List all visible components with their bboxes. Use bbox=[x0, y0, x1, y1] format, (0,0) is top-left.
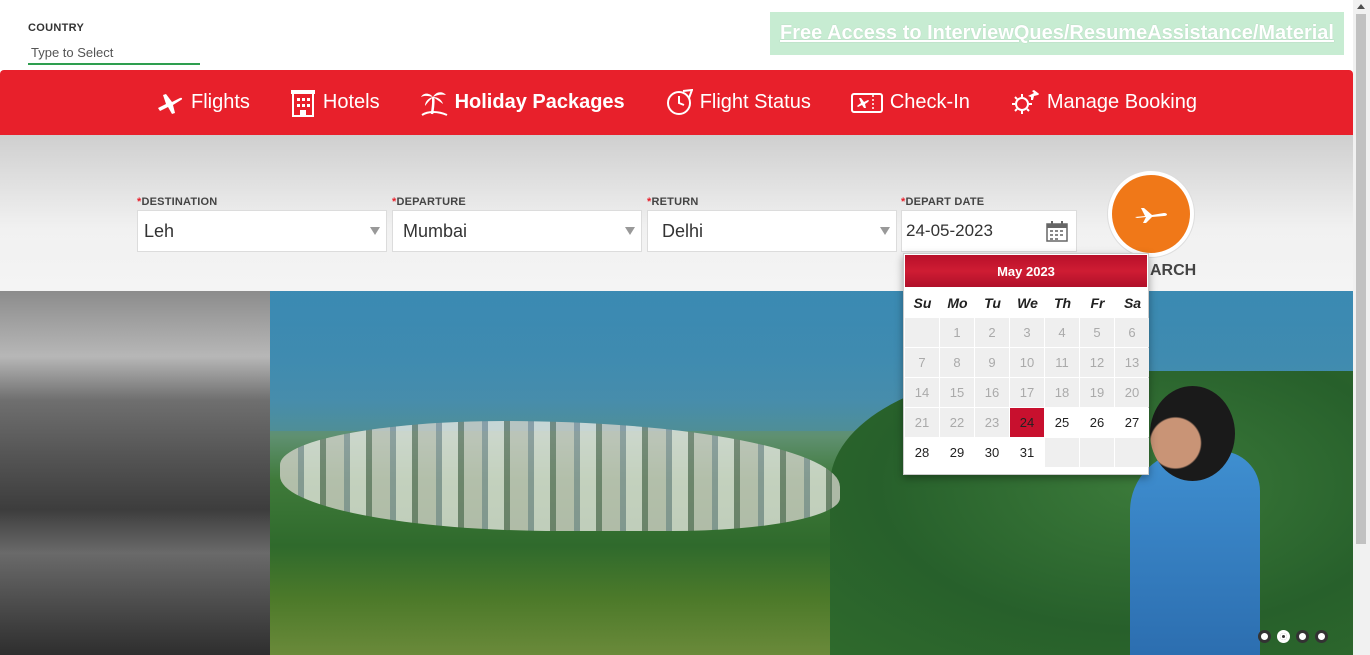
calendar-day: 14 bbox=[905, 378, 939, 407]
calendar-day[interactable]: 25 bbox=[1045, 408, 1079, 437]
scroll-thumb[interactable] bbox=[1356, 14, 1366, 544]
carousel-dot[interactable] bbox=[1277, 630, 1290, 643]
weekday-header: Th bbox=[1053, 295, 1072, 311]
return-value: Delhi bbox=[662, 220, 704, 241]
calendar-day: 12 bbox=[1080, 348, 1114, 377]
country-input[interactable] bbox=[28, 41, 200, 65]
calendar-day: 4 bbox=[1045, 318, 1079, 347]
calendar-day: 15 bbox=[940, 378, 974, 407]
weekday-header: Fr bbox=[1090, 295, 1105, 311]
calendar-day: 16 bbox=[975, 378, 1009, 407]
calendar-day bbox=[1045, 438, 1079, 467]
chevron-down-icon bbox=[625, 227, 635, 235]
clock-plane-icon bbox=[666, 88, 693, 115]
calendar-day bbox=[905, 318, 939, 347]
hero-banner bbox=[0, 291, 1353, 655]
weekday-header: Mo bbox=[947, 295, 968, 311]
calendar-day bbox=[1080, 438, 1114, 467]
calendar-day: 17 bbox=[1010, 378, 1044, 407]
calendar-day: 5 bbox=[1080, 318, 1114, 347]
datepicker-grid: Su Mo Tu We Th Fr Sa 1 2 3 4 5 6 7 8 9 10 11 12 13 14… bbox=[904, 288, 1149, 468]
departure-value: Mumbai bbox=[403, 220, 468, 241]
main-nav: Flights Hotels Holiday Packages Flight S… bbox=[0, 70, 1353, 135]
calendar-day[interactable]: 30 bbox=[975, 438, 1009, 467]
carousel-dot[interactable] bbox=[1315, 630, 1328, 643]
carousel-dot[interactable] bbox=[1258, 630, 1271, 643]
weekday-header: Sa bbox=[1123, 295, 1142, 311]
calendar-day: 2 bbox=[975, 318, 1009, 347]
page: COUNTRY Free Access to InterviewQues/Res… bbox=[0, 0, 1370, 655]
calendar-day: 22 bbox=[940, 408, 974, 437]
palm-tree-icon bbox=[420, 91, 447, 116]
plane-icon bbox=[1135, 208, 1167, 223]
plane-icon bbox=[157, 93, 183, 114]
destination-select[interactable]: Leh bbox=[137, 210, 387, 252]
carousel-dots bbox=[1258, 630, 1328, 643]
calendar-day: 11 bbox=[1045, 348, 1079, 377]
chevron-down-icon bbox=[880, 227, 890, 235]
destination-value: Leh bbox=[144, 220, 175, 241]
nav-flights[interactable]: Flights bbox=[156, 91, 250, 115]
weekday-header: Su bbox=[913, 295, 932, 311]
calendar-day bbox=[1115, 438, 1149, 467]
calendar-day: 3 bbox=[1010, 318, 1044, 347]
page-scrollbar[interactable] bbox=[1353, 0, 1370, 655]
calendar-day: 10 bbox=[1010, 348, 1044, 377]
nav-holiday-packages-label: Holiday Packages bbox=[454, 91, 625, 113]
cog-plane-icon bbox=[1011, 89, 1039, 114]
calendar-day: 8 bbox=[940, 348, 974, 377]
calendar-day: 21 bbox=[905, 408, 939, 437]
nav-manage-booking-label: Manage Booking bbox=[1046, 91, 1197, 113]
calendar-day: 7 bbox=[905, 348, 939, 377]
ticket-icon bbox=[850, 92, 883, 113]
datepicker: May 2023 Su Mo Tu We Th Fr Sa 1234567891… bbox=[903, 253, 1149, 475]
return-select[interactable]: Delhi bbox=[647, 210, 897, 252]
calendar-day[interactable]: 24 bbox=[1010, 408, 1044, 437]
calendar-day: 1 bbox=[940, 318, 974, 347]
weekday-header: Tu bbox=[984, 295, 1001, 311]
depart-date-label: *DEPART DATE bbox=[901, 196, 985, 208]
chevron-down-icon bbox=[370, 227, 380, 235]
calendar-icon[interactable] bbox=[1046, 221, 1068, 242]
departure-label: *DEPARTURE bbox=[392, 196, 466, 208]
search-button[interactable] bbox=[1108, 171, 1194, 257]
airport-image bbox=[0, 291, 270, 655]
country-label: COUNTRY bbox=[28, 22, 85, 34]
nav-check-in-label: Check-In bbox=[889, 91, 970, 113]
nav-hotels[interactable]: Hotels bbox=[290, 89, 380, 117]
calendar-day: 13 bbox=[1115, 348, 1149, 377]
calendar-day: 20 bbox=[1115, 378, 1149, 407]
promo-banner: Free Access to InterviewQues/ResumeAssis… bbox=[770, 12, 1344, 55]
depart-date-value: 24-05-2023 bbox=[906, 221, 993, 240]
promo-link[interactable]: Free Access to InterviewQues/ResumeAssis… bbox=[780, 22, 1334, 45]
nav-check-in[interactable]: Check-In bbox=[850, 91, 970, 115]
weekday-header: We bbox=[1017, 295, 1038, 311]
nav-manage-booking[interactable]: Manage Booking bbox=[1010, 89, 1197, 116]
calendar-day[interactable]: 29 bbox=[940, 438, 974, 467]
nav-flight-status[interactable]: Flight Status bbox=[665, 88, 811, 117]
nav-flights-label: Flights bbox=[190, 91, 250, 113]
scroll-up-arrow-icon[interactable] bbox=[1357, 4, 1365, 9]
calendar-day: 19 bbox=[1080, 378, 1114, 407]
datepicker-month-title: May 2023 bbox=[905, 255, 1147, 287]
hotel-icon bbox=[290, 89, 315, 117]
carousel-dot[interactable] bbox=[1296, 630, 1309, 643]
nav-holiday-packages[interactable]: Holiday Packages bbox=[420, 90, 625, 116]
return-label: *RETURN bbox=[647, 196, 699, 208]
destination-label: *DESTINATION bbox=[137, 196, 218, 208]
search-button-label: ARCH bbox=[1150, 262, 1197, 279]
calendar-day[interactable]: 28 bbox=[905, 438, 939, 467]
calendar-day: 18 bbox=[1045, 378, 1079, 407]
nav-hotels-label: Hotels bbox=[322, 91, 380, 113]
departure-select[interactable]: Mumbai bbox=[392, 210, 642, 252]
calendar-day: 6 bbox=[1115, 318, 1149, 347]
depart-date-input[interactable]: 24-05-2023 bbox=[901, 210, 1077, 252]
calendar-day[interactable]: 27 bbox=[1115, 408, 1149, 437]
calendar-day: 9 bbox=[975, 348, 1009, 377]
calendar-day: 23 bbox=[975, 408, 1009, 437]
nav-flight-status-label: Flight Status bbox=[699, 91, 811, 113]
calendar-day[interactable]: 26 bbox=[1080, 408, 1114, 437]
calendar-day[interactable]: 31 bbox=[1010, 438, 1044, 467]
